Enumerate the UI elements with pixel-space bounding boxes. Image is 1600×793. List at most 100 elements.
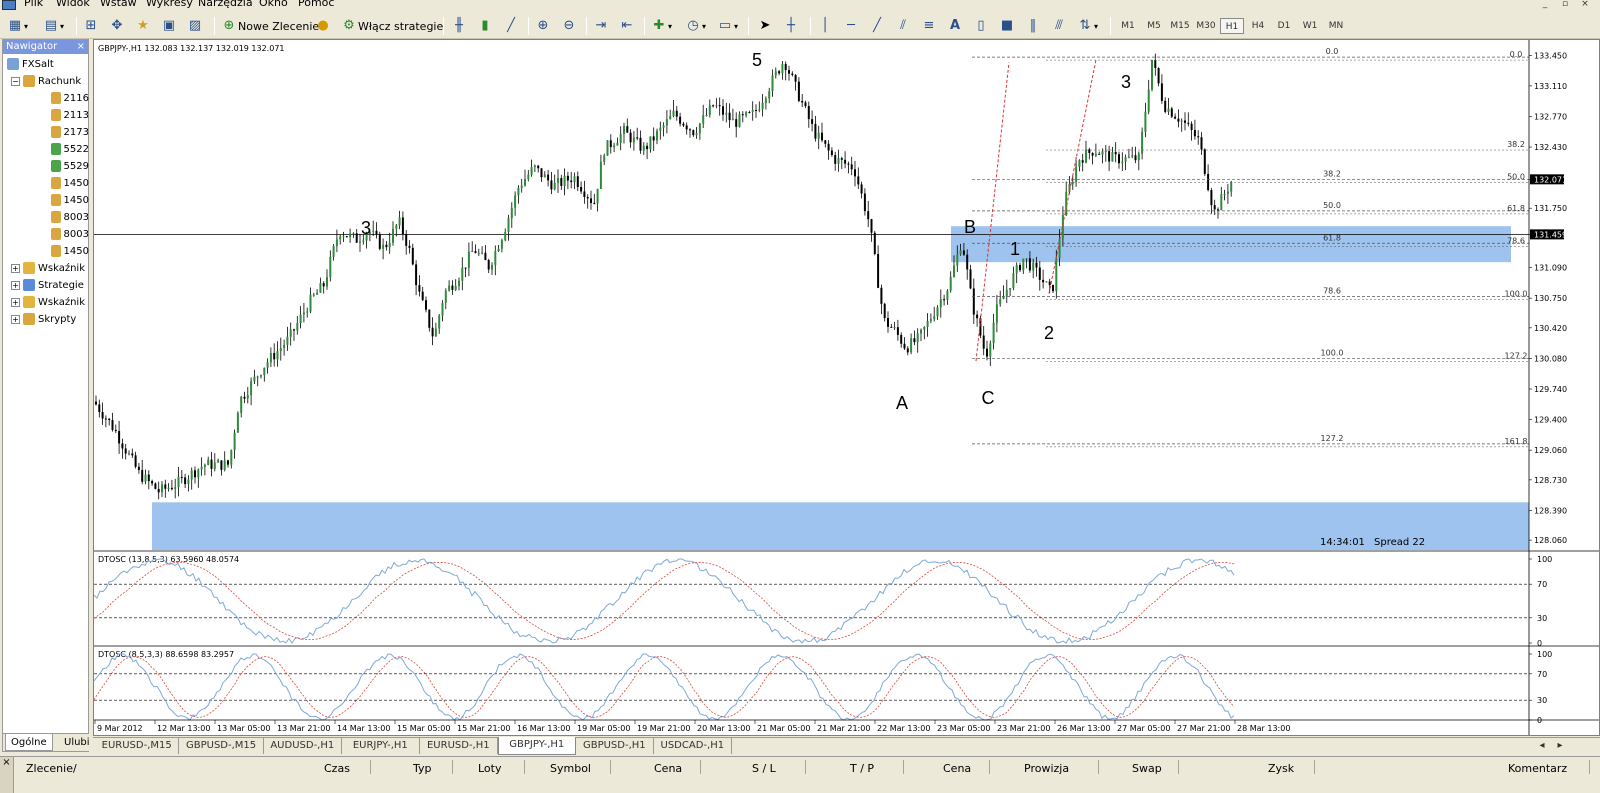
- cursor-button[interactable]: ➤: [756, 16, 774, 36]
- chart-tab[interactable]: EURUSD-,H1: [420, 738, 498, 754]
- menu-view[interactable]: Widok: [56, 0, 90, 9]
- nav-group-item[interactable]: + Skrypty: [3, 311, 89, 327]
- chart-window[interactable]: 0.0 38.2 50.0 61.8 78.6 100.0 127.2 0.0 38.2 50.0…: [93, 39, 1600, 736]
- expand-toggle-icon[interactable]: +: [11, 280, 20, 290]
- gann-button[interactable]: ⫻: [1050, 16, 1068, 36]
- chart-tab[interactable]: EURUSD-,M15: [95, 738, 180, 754]
- account-item[interactable]: 8003: [3, 226, 89, 242]
- chart-tab[interactable]: GBPUSD-,H1: [576, 738, 654, 754]
- chart-shift-button[interactable]: ⇤: [618, 16, 636, 36]
- zoom-in-button[interactable]: ⊕: [534, 16, 552, 36]
- terminal-column-header[interactable]: Swap: [1132, 762, 1162, 775]
- navigator-button[interactable]: ★: [134, 16, 152, 36]
- account-item[interactable]: 1450: [3, 192, 89, 208]
- terminal-column-header[interactable]: S / L: [752, 762, 776, 775]
- nav-group-item[interactable]: + Wskaźnik: [3, 294, 89, 310]
- vertical-line-button[interactable]: │: [816, 16, 834, 36]
- close-icon[interactable]: ×: [1578, 0, 1592, 10]
- auto-scroll-button[interactable]: ⇥: [592, 16, 610, 36]
- expand-toggle-icon[interactable]: +: [11, 263, 20, 273]
- nav-accounts[interactable]: − Rachunk: [3, 73, 89, 89]
- text-button[interactable]: A: [946, 16, 964, 36]
- menu-insert[interactable]: Wstaw: [100, 0, 137, 9]
- expand-toggle-icon[interactable]: −: [11, 76, 20, 86]
- horizontal-line-button[interactable]: ─: [842, 16, 860, 36]
- templates-button[interactable]: ▭ ▾: [716, 16, 738, 36]
- profiles-button[interactable]: ▤ ▾: [42, 16, 64, 36]
- nav-group-item[interactable]: + Strategie: [3, 277, 89, 293]
- menu-window[interactable]: Okno: [259, 0, 288, 9]
- timeframe-mn[interactable]: MN: [1324, 18, 1348, 34]
- new-order-button[interactable]: ⊕ Nowe Zlecenie: [220, 16, 320, 36]
- timeframe-h4[interactable]: H4: [1246, 18, 1270, 34]
- terminal-column-header[interactable]: Symbol: [550, 762, 591, 775]
- expand-toggle-icon[interactable]: +: [11, 297, 20, 307]
- arrows-button[interactable]: ⇅ ▾: [1076, 16, 1098, 36]
- terminal-column-header[interactable]: Czas: [324, 762, 350, 775]
- terminal-column-header[interactable]: Cena: [654, 762, 682, 775]
- indicators-button[interactable]: ✚ ▾: [650, 16, 672, 36]
- scroll-left-icon[interactable]: ◂: [1535, 738, 1549, 754]
- account-item[interactable]: 5529: [3, 158, 89, 174]
- enable-strategies-button[interactable]: ⚙ Włącz strategie: [340, 16, 443, 36]
- account-item[interactable]: 5522: [3, 141, 89, 157]
- terminal-column-header[interactable]: /: [73, 762, 77, 775]
- nav-group-item[interactable]: + Wskaźnik: [3, 260, 89, 276]
- fibonacci-button[interactable]: ≡: [920, 16, 938, 36]
- restore-icon[interactable]: ▫: [1558, 0, 1572, 10]
- account-item[interactable]: 1450: [3, 175, 89, 191]
- terminal-column-header[interactable]: Cena: [943, 762, 971, 775]
- timeframe-m30[interactable]: M30: [1194, 18, 1218, 34]
- bar-chart-button[interactable]: ╫: [450, 16, 468, 36]
- chart-tab[interactable]: EURJPY-,H1: [342, 738, 420, 754]
- chart-tab[interactable]: GBPJPY-,H1: [497, 737, 576, 755]
- timeframe-h1[interactable]: H1: [1220, 18, 1244, 34]
- account-item[interactable]: 2116: [3, 90, 89, 106]
- terminal-column-header[interactable]: Loty: [478, 762, 502, 775]
- rectangle-button[interactable]: ■: [998, 16, 1016, 36]
- nav-root[interactable]: FXSalt: [3, 56, 89, 72]
- timeframe-w1[interactable]: W1: [1298, 18, 1322, 34]
- price-chart[interactable]: 0.0 38.2 50.0 61.8 78.6 100.0 127.2 0.0 38.2 50.0…: [94, 40, 1599, 735]
- chart-tab[interactable]: USDCAD-,H1: [654, 738, 732, 754]
- timeframe-d1[interactable]: D1: [1272, 18, 1296, 34]
- terminal-column-header[interactable]: T / P: [850, 762, 874, 775]
- menu-tools[interactable]: Narzędzia: [198, 0, 253, 9]
- terminal-column-header[interactable]: Prowizja: [1024, 762, 1069, 775]
- account-item[interactable]: 2113: [3, 107, 89, 123]
- line-chart-button[interactable]: ╱: [502, 16, 520, 36]
- account-item[interactable]: 8003: [3, 209, 89, 225]
- tab-general[interactable]: Ogólne: [5, 734, 53, 751]
- menu-help[interactable]: Pomoc: [298, 0, 334, 9]
- channel-button[interactable]: ⫽: [894, 16, 912, 36]
- zoom-out-button[interactable]: ⊖: [560, 16, 578, 36]
- timeframe-m15[interactable]: M15: [1168, 18, 1192, 34]
- tab-favorites[interactable]: Ulubi: [59, 734, 95, 751]
- terminal-column-header[interactable]: Zlecenie: [26, 762, 73, 775]
- terminal-column-header[interactable]: Komentarz: [1508, 762, 1567, 775]
- crosshair-button[interactable]: ┼: [782, 16, 800, 36]
- periods-button[interactable]: ◷ ▾: [684, 16, 706, 36]
- terminal-button[interactable]: ▣: [160, 16, 178, 36]
- menu-charts[interactable]: Wykresy: [146, 0, 193, 9]
- strategy-tester-button[interactable]: ▨: [186, 16, 204, 36]
- timeframe-m1[interactable]: M1: [1116, 18, 1140, 34]
- data-window-button[interactable]: ✥: [108, 16, 126, 36]
- menu-file[interactable]: Plik: [24, 0, 43, 9]
- account-item[interactable]: 2173: [3, 124, 89, 140]
- terminal-column-header[interactable]: Zysk: [1268, 762, 1294, 775]
- new-chart-button[interactable]: ▦ ▾: [6, 16, 28, 36]
- terminal-column-header[interactable]: Typ: [413, 762, 432, 775]
- candlestick-button[interactable]: ▮: [476, 16, 494, 36]
- scroll-right-icon[interactable]: ▸: [1553, 738, 1567, 754]
- navigator-close-icon[interactable]: ×: [77, 40, 85, 54]
- market-watch-button[interactable]: ⊞: [82, 16, 100, 36]
- minimize-icon[interactable]: _: [1538, 0, 1552, 10]
- account-item[interactable]: 1450: [3, 243, 89, 259]
- terminal-close-icon[interactable]: ×: [0, 757, 14, 793]
- chart-tab[interactable]: AUDUSD-,H1: [264, 738, 342, 754]
- fib-time-button[interactable]: ‖: [1024, 16, 1042, 36]
- label-button[interactable]: ▯: [972, 16, 990, 36]
- expand-toggle-icon[interactable]: +: [11, 314, 20, 324]
- chart-tab[interactable]: GBPUSD-,M15: [179, 738, 264, 754]
